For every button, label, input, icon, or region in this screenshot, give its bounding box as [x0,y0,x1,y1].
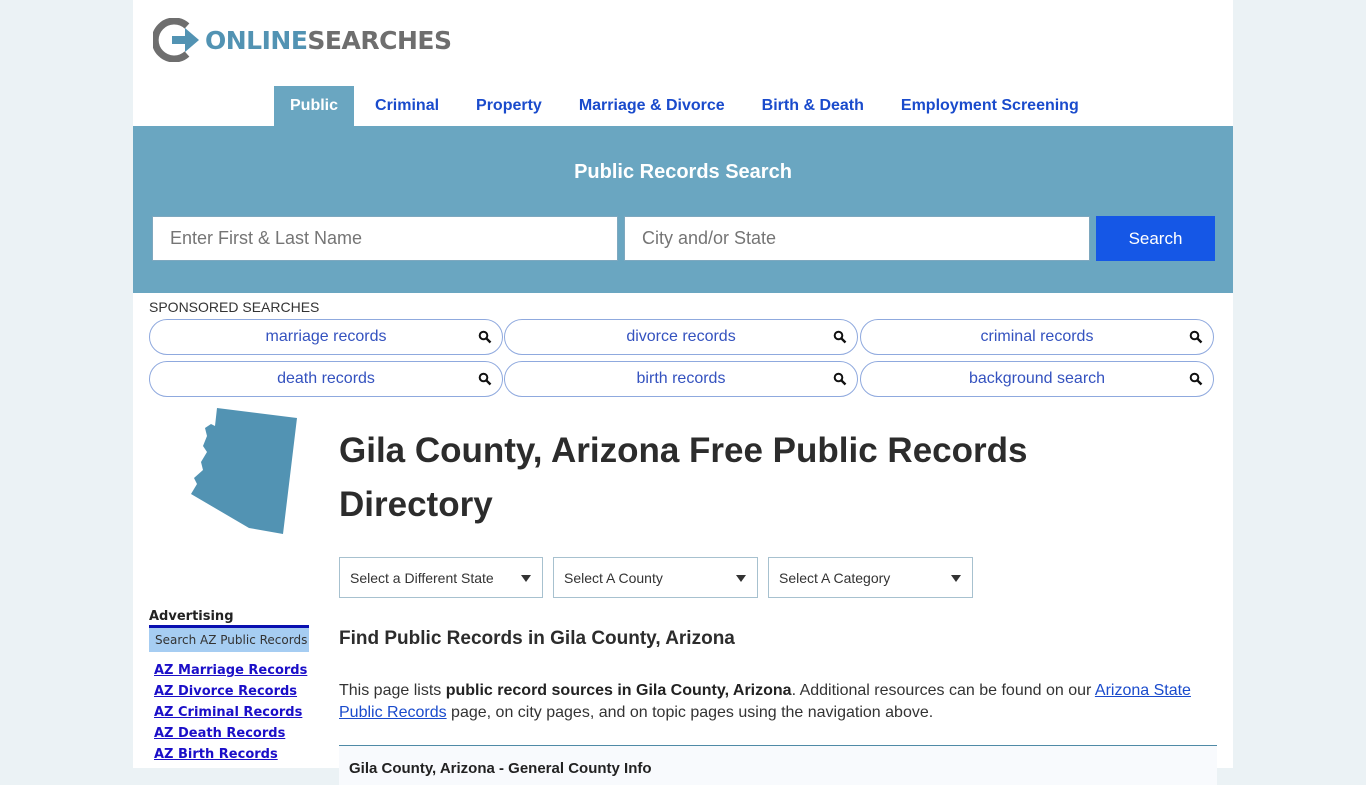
location-input[interactable]: City and/or State [624,216,1090,261]
county-select-value: Select A County [564,569,663,586]
az-divorce-records-link[interactable]: AZ Divorce Records [154,684,307,705]
search-title: Public Records Search [574,161,792,183]
arizona-map-icon [191,408,297,534]
pill-label: background search [968,370,1106,387]
pill-label: birth records [636,370,726,387]
state-select-value: Select a Different State [350,569,494,586]
search-icon [478,372,492,386]
search-icon [478,330,492,344]
info-panel-title: Gila County, Arizona - General County In… [349,760,652,777]
intro-bold-text: public record sources in Gila County, Ar… [445,682,792,699]
pill-label: criminal records [980,328,1094,345]
sponsored-death-records[interactable]: death records [149,361,503,397]
intro-paragraph: This page lists public record sources in… [339,680,1219,724]
main-nav: Public Criminal Property Marriage & Divo… [274,86,1100,126]
pill-label: marriage records [265,328,387,345]
sponsored-marriage-records[interactable]: marriage records [149,319,503,355]
category-select-value: Select A Category [779,569,891,586]
logo-text: ONLINESEARCHES [205,25,452,55]
sponsored-criminal-records[interactable]: criminal records [860,319,1214,355]
intro-text: page, on city pages, and on topic pages … [446,704,934,721]
chevron-down-icon [521,575,531,582]
search-banner: Public Records Search Enter First & Last… [133,126,1233,293]
search-button[interactable]: Search [1096,216,1215,261]
page-title: Gila County, Arizona Free Public Records… [339,431,1028,524]
az-death-records-link[interactable]: AZ Death Records [154,726,307,747]
advertising-label: Advertising [149,609,234,624]
nav-employment-screening[interactable]: Employment Screening [885,86,1095,126]
general-county-info-panel: Gila County, Arizona - General County In… [339,745,1217,785]
logo-text-online: ONLINE [205,25,308,55]
intro-text: This page lists [339,682,446,699]
logo-text-searches: SEARCHES [307,25,452,55]
sponsored-divorce-records[interactable]: divorce records [504,319,858,355]
logo-arrow-icon [153,18,199,62]
sponsored-label: SPONSORED SEARCHES [149,299,320,315]
county-select[interactable]: Select A County [553,557,758,598]
intro-text: . Additional resources can be found on o… [791,682,1095,699]
search-icon [833,372,847,386]
state-select[interactable]: Select a Different State [339,557,543,598]
page-container: ONLINESEARCHES Public Criminal Property … [133,0,1233,785]
az-marriage-records-link[interactable]: AZ Marriage Records [154,663,307,684]
nav-property[interactable]: Property [460,86,558,126]
search-icon [1189,372,1203,386]
nav-public[interactable]: Public [274,86,355,126]
chevron-down-icon [951,575,961,582]
nav-criminal[interactable]: Criminal [359,86,455,126]
name-input[interactable]: Enter First & Last Name [152,216,618,261]
advertising-box-title: Search AZ Public Records [149,628,309,652]
site-logo[interactable]: ONLINESEARCHES [153,18,452,62]
az-criminal-records-link[interactable]: AZ Criminal Records [154,705,307,726]
az-birth-records-link[interactable]: AZ Birth Records [154,747,307,768]
pill-label: divorce records [626,328,736,345]
nav-marriage-divorce[interactable]: Marriage & Divorce [563,86,741,126]
section-heading: Find Public Records in Gila County, Ariz… [339,628,735,649]
search-icon [1189,330,1203,344]
advertising-links: AZ Marriage Records AZ Divorce Records A… [154,663,307,768]
sponsored-birth-records[interactable]: birth records [504,361,858,397]
category-select[interactable]: Select A Category [768,557,973,598]
nav-birth-death[interactable]: Birth & Death [746,86,880,126]
sponsored-background-search[interactable]: background search [860,361,1214,397]
pill-label: death records [277,370,375,387]
chevron-down-icon [736,575,746,582]
search-icon [833,330,847,344]
